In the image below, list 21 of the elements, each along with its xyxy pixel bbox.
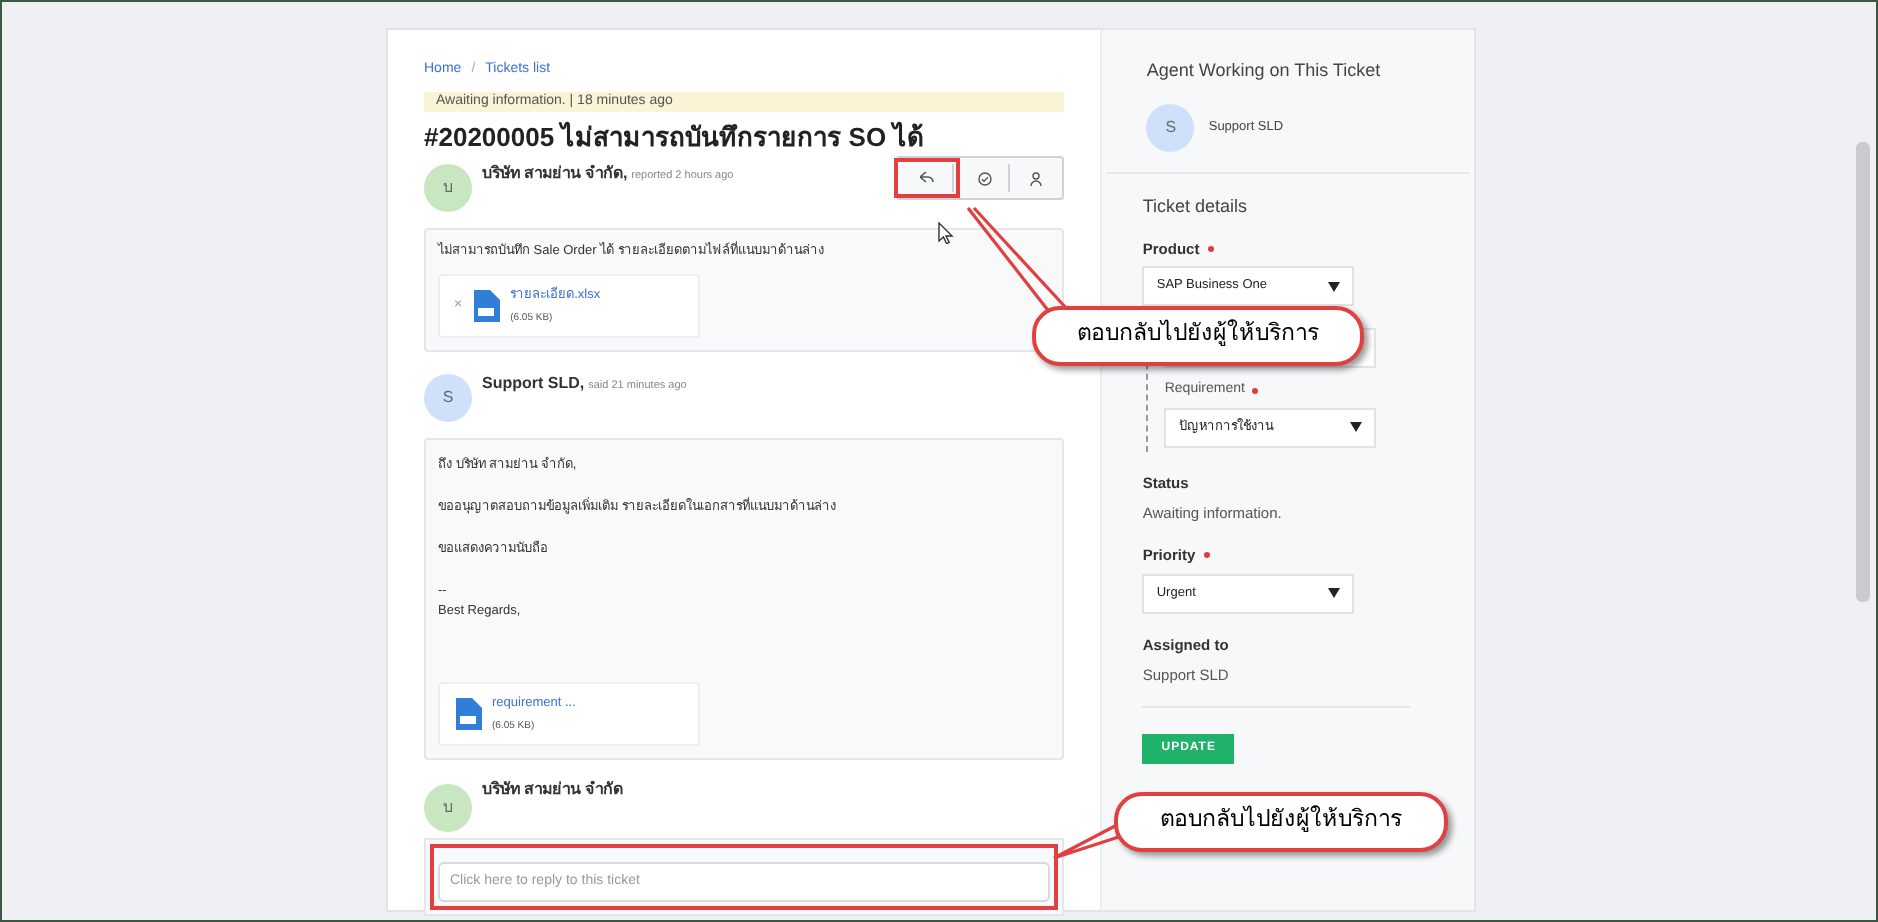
author-name: บริษัท สามย่าน จำกัด (482, 778, 623, 803)
section-heading: Agent Working on This Ticket (1146, 58, 1383, 84)
author-name: บริษัท สามย่าน จำกัด, (482, 162, 628, 186)
check-circle-icon (977, 171, 992, 185)
scrollbar[interactable] (1856, 142, 1870, 602)
ticket-title: #20200005 ไม่สามารถบันทึกรายการ SO ได้ (424, 120, 926, 156)
caret-icon (1328, 281, 1341, 292)
callout-tooltip: ตอบกลับไปยังผู้ให้บริการ (1114, 792, 1448, 852)
file-icon (472, 290, 501, 323)
avatar: S (424, 374, 472, 423)
caret-icon (1350, 422, 1363, 433)
section-heading: Ticket details (1142, 193, 1250, 219)
user-icon (1030, 171, 1043, 185)
avatar: S (1146, 103, 1195, 151)
file-icon (454, 698, 482, 731)
avatar: บ (424, 164, 472, 212)
author-name: Support SLD, (482, 372, 585, 397)
caret-icon (1328, 588, 1341, 598)
avatar: บ (424, 784, 472, 833)
reply-icon (919, 172, 934, 184)
callout-tooltip: ตอบกลับไปยังผู้ให้บริการ (1032, 306, 1364, 366)
